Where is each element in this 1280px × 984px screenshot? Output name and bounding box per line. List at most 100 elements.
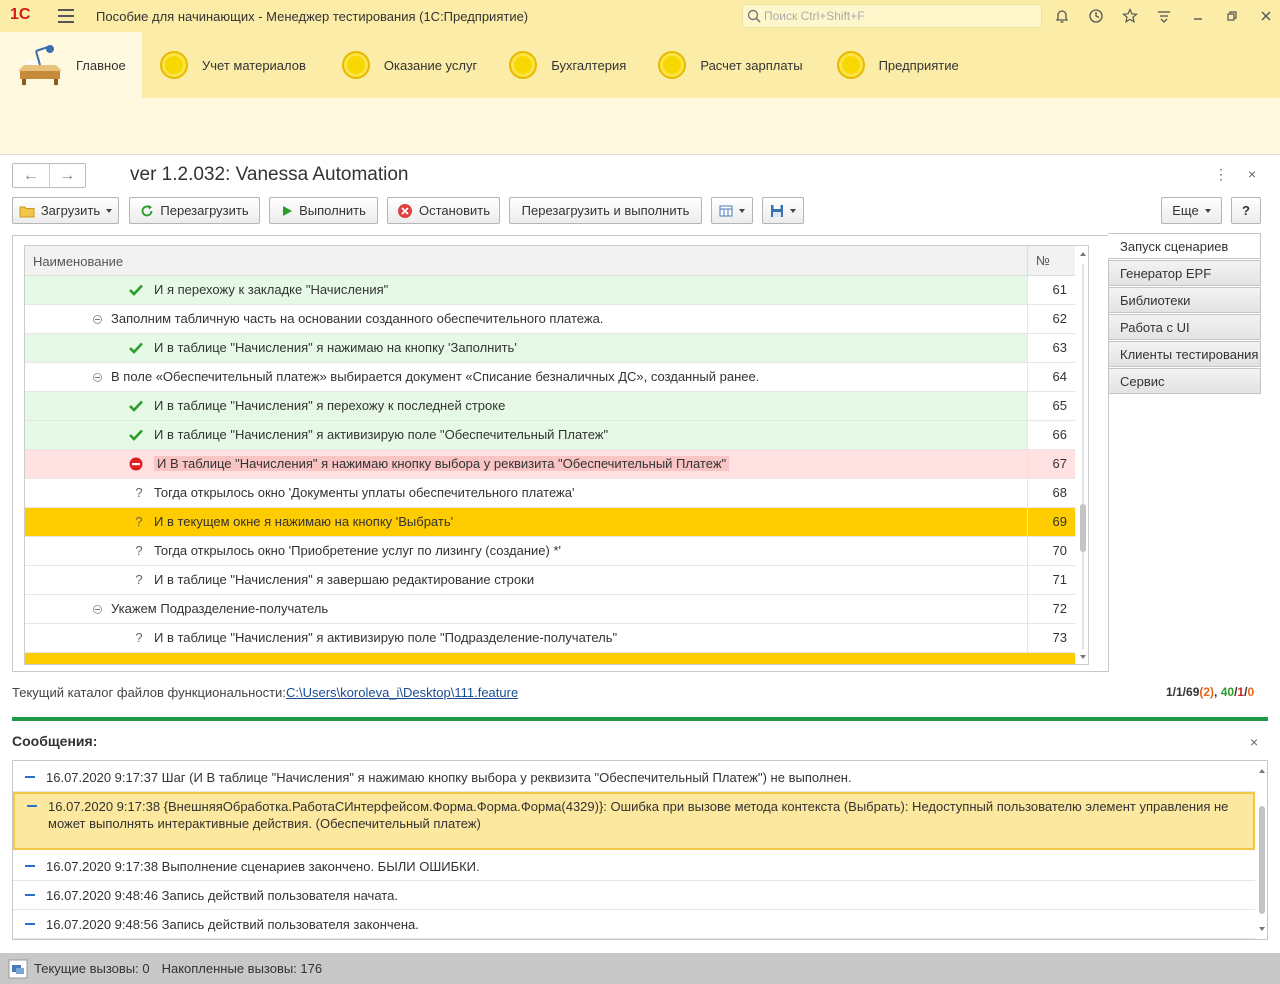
step-number: 68 bbox=[1027, 479, 1075, 507]
tab-2[interactable]: Библиотеки bbox=[1108, 287, 1261, 313]
section-accounting[interactable]: Бухгалтерия bbox=[491, 32, 640, 98]
scrollbar-thumb[interactable] bbox=[1259, 806, 1265, 914]
restore-icon[interactable] bbox=[1222, 6, 1242, 26]
message-marker-icon bbox=[25, 923, 35, 925]
table-row[interactable]: ? Тогда открылось окно 'Приобретение услу… bbox=[25, 537, 1075, 566]
table-row[interactable]: ? И в текущем окне я нажимаю на кнопку 'В… bbox=[25, 508, 1075, 537]
tree-scrollbar[interactable] bbox=[1077, 246, 1089, 664]
save-button[interactable] bbox=[762, 197, 804, 224]
section-label: Главное bbox=[76, 57, 126, 73]
message-item[interactable]: 16.07.2020 9:48:46 Запись действий польз… bbox=[13, 881, 1255, 910]
columns-button[interactable] bbox=[711, 197, 753, 224]
collapse-icon[interactable] bbox=[93, 605, 102, 614]
table-row[interactable]: Укажем Подразделение-получатель 72 bbox=[25, 595, 1075, 624]
message-marker-icon bbox=[25, 865, 35, 867]
dropdown-caret-icon bbox=[106, 208, 113, 213]
table-row-partial[interactable] bbox=[25, 653, 1075, 664]
table-row[interactable]: ? И в таблице "Начисления" я завершаю ред… bbox=[25, 566, 1075, 595]
star-icon[interactable] bbox=[1120, 6, 1140, 26]
status-bar: Текущие вызовы: 0 Накопленные вызовы: 17… bbox=[0, 953, 1280, 984]
step-number: 73 bbox=[1027, 624, 1075, 652]
table-row[interactable]: ? И в таблице "Начисления" я активизирую … bbox=[25, 624, 1075, 653]
tab-5[interactable]: Сервис bbox=[1108, 368, 1261, 394]
scrollbar-thumb[interactable] bbox=[1080, 504, 1086, 552]
more-button[interactable]: Еще bbox=[1161, 197, 1222, 224]
table-row[interactable]: И в таблице "Начисления" я перехожу к по… bbox=[25, 392, 1075, 421]
step-number: 71 bbox=[1027, 566, 1075, 594]
table-row[interactable]: И в таблице "Начисления" я нажимаю на кн… bbox=[25, 334, 1075, 363]
form-menu-icon[interactable]: ⋮ bbox=[1214, 166, 1228, 183]
question-icon: ? bbox=[135, 572, 143, 587]
section-enterprise[interactable]: Предприятие bbox=[817, 32, 973, 98]
message-item[interactable]: 16.07.2020 9:48:56 Запись действий польз… bbox=[13, 910, 1255, 939]
reload-button[interactable]: Перезагрузить bbox=[129, 197, 260, 224]
table-row[interactable]: И В таблице "Начисления" я нажимаю кнопк… bbox=[25, 450, 1075, 479]
check-icon bbox=[129, 341, 143, 355]
section-subpanel bbox=[0, 98, 1280, 155]
settings-menu-icon[interactable] bbox=[1154, 6, 1174, 26]
message-text: 16.07.2020 9:17:37 Шаг (И В таблице "Нач… bbox=[46, 770, 852, 785]
section-materials[interactable]: Учет материалов bbox=[142, 32, 320, 98]
table-row[interactable]: ? Тогда открылось окно 'Документы уплаты … bbox=[25, 479, 1075, 508]
step-text: В поле «Обеспечительный платеж» выбирает… bbox=[111, 363, 759, 391]
step-number: 72 bbox=[1027, 595, 1075, 623]
bell-icon[interactable] bbox=[1052, 6, 1072, 26]
search-input[interactable]: Поиск Ctrl+Shift+F bbox=[742, 4, 1042, 28]
step-text: И в таблице "Начисления" я активизирую п… bbox=[154, 624, 617, 652]
tab-1[interactable]: Генератор EPF bbox=[1108, 260, 1261, 286]
forward-arrow-icon[interactable]: → bbox=[50, 164, 86, 187]
main-menu-icon[interactable] bbox=[58, 9, 74, 23]
run-statistics: 1/1/69(2), 40/1/0 bbox=[1166, 685, 1254, 699]
table-row[interactable]: В поле «Обеспечительный платеж» выбирает… bbox=[25, 363, 1075, 392]
table-row[interactable]: И я перехожу к закладке "Начисления" 61 bbox=[25, 276, 1075, 305]
message-item[interactable]: 16.07.2020 9:17:38 Выполнение сценариев … bbox=[13, 852, 1255, 881]
scroll-down-icon[interactable] bbox=[1077, 651, 1089, 663]
history-icon[interactable] bbox=[1086, 6, 1106, 26]
column-header-name[interactable]: Наименование bbox=[33, 254, 123, 269]
messages-list[interactable]: 16.07.2020 9:17:37 Шаг (И В таблице "Нач… bbox=[12, 760, 1268, 940]
section-circle-icon bbox=[509, 51, 538, 79]
section-payroll[interactable]: Расчет зарплаты bbox=[640, 32, 816, 98]
scroll-up-icon[interactable] bbox=[1077, 248, 1089, 260]
run-button[interactable]: Выполнить bbox=[269, 197, 378, 224]
scroll-down-icon[interactable] bbox=[1256, 923, 1268, 935]
floppy-disk-icon bbox=[771, 204, 783, 217]
column-header-num[interactable]: № bbox=[1027, 246, 1075, 276]
step-text-value: И в таблице "Начисления" я перехожу к по… bbox=[154, 398, 506, 413]
tab-0[interactable]: Запуск сценариев bbox=[1108, 233, 1261, 259]
minimize-icon[interactable] bbox=[1188, 6, 1208, 26]
step-number: 65 bbox=[1027, 392, 1075, 420]
help-button[interactable]: ? bbox=[1231, 197, 1261, 224]
message-item[interactable]: 16.07.2020 9:17:38 {ВнешняяОбработка.Раб… bbox=[13, 792, 1255, 850]
close-window-icon[interactable] bbox=[1256, 6, 1276, 26]
back-arrow-icon[interactable]: ← bbox=[13, 164, 50, 187]
collapse-icon[interactable] bbox=[93, 315, 102, 324]
load-button[interactable]: Загрузить bbox=[12, 197, 119, 224]
play-icon bbox=[283, 205, 293, 216]
section-services[interactable]: Оказание услуг bbox=[320, 32, 491, 98]
section-circle-icon bbox=[658, 51, 687, 79]
section-main[interactable]: Главное bbox=[0, 32, 142, 98]
scroll-up-icon[interactable] bbox=[1256, 765, 1268, 777]
table-row[interactable]: И в таблице "Начисления" я активизирую п… bbox=[25, 421, 1075, 450]
window-title: Пособие для начинающих - Менеджер тестир… bbox=[96, 8, 529, 24]
message-marker-icon bbox=[27, 805, 37, 807]
scrollbar-track bbox=[1082, 264, 1084, 649]
scenario-tree[interactable]: Наименование № И я перехожу к закладке "… bbox=[24, 245, 1089, 665]
collapse-icon[interactable] bbox=[93, 373, 102, 382]
table-columns-icon bbox=[719, 205, 733, 216]
message-item[interactable]: 16.07.2020 9:17:37 Шаг (И В таблице "Нач… bbox=[13, 763, 1255, 792]
messages-close-icon[interactable]: × bbox=[1250, 734, 1258, 750]
tab-3[interactable]: Работа с UI bbox=[1108, 314, 1261, 340]
error-step-highlight: И В таблице "Начисления" я нажимаю кнопк… bbox=[154, 456, 730, 471]
calls-monitor-icon[interactable] bbox=[8, 959, 28, 979]
feature-dir-link[interactable]: C:\Users\koroleva_i\Desktop\111.feature bbox=[286, 685, 518, 700]
reload-and-run-button[interactable]: Перезагрузить и выполнить bbox=[509, 197, 702, 224]
table-row[interactable]: Заполним табличную часть на основании со… bbox=[25, 305, 1075, 334]
form-close-icon[interactable]: × bbox=[1248, 166, 1256, 183]
stop-button[interactable]: Остановить bbox=[387, 197, 500, 224]
tab-4[interactable]: Клиенты тестирования bbox=[1108, 341, 1261, 367]
messages-scrollbar[interactable] bbox=[1256, 761, 1268, 939]
refresh-icon bbox=[142, 204, 153, 216]
message-text: 16.07.2020 9:17:38 Выполнение сценариев … bbox=[46, 859, 480, 874]
